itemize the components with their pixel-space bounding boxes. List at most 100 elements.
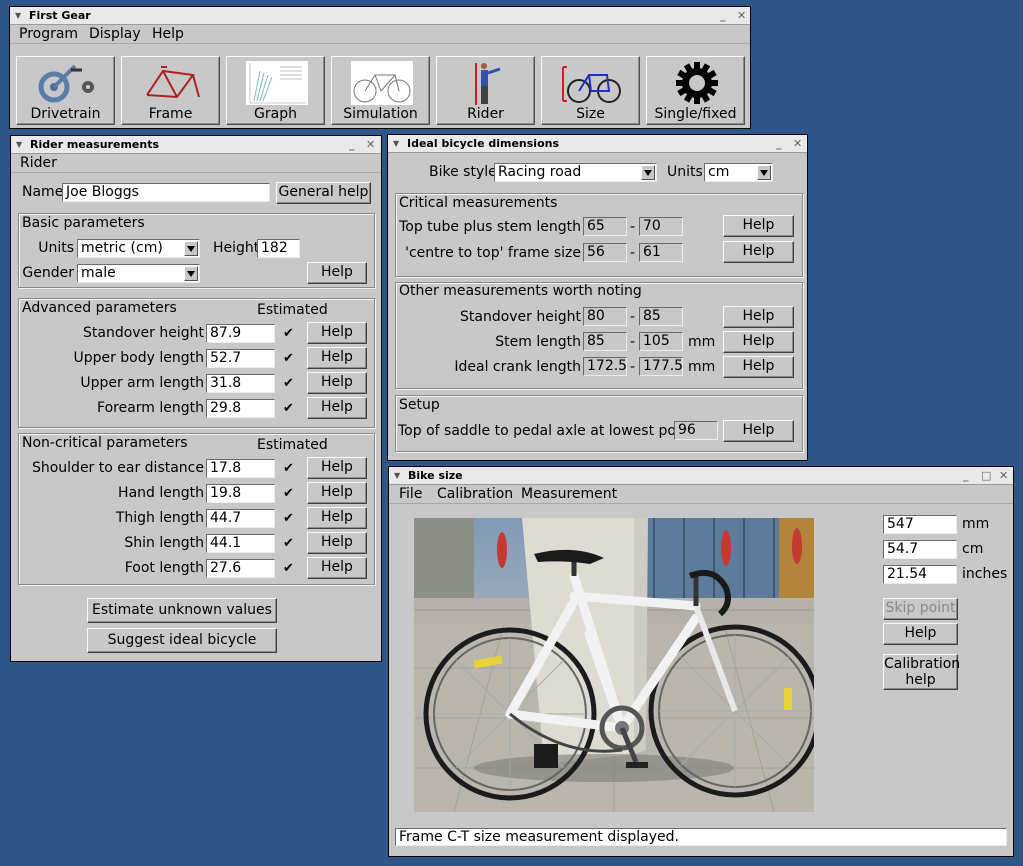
thigh-length-help-button[interactable]: Help: [307, 507, 367, 529]
shoulder-ear-input[interactable]: 17.8: [206, 459, 275, 478]
standover-ideal-help-button[interactable]: Help: [723, 306, 794, 328]
thigh-length-input[interactable]: 44.7: [206, 509, 275, 528]
units-select[interactable]: metric (cm): [77, 239, 200, 258]
toolbar-drivetrain-button[interactable]: Drivetrain: [16, 56, 115, 125]
menu-calibration[interactable]: Calibration: [437, 485, 513, 504]
advanced-parameters-title: Advanced parameters: [22, 300, 177, 316]
toolbar-frame-button[interactable]: Frame: [121, 56, 220, 125]
minimize-icon[interactable]: _: [776, 135, 782, 153]
chevron-down-icon[interactable]: [184, 266, 198, 281]
window-menu-icon[interactable]: ▼: [393, 135, 399, 153]
crank-help-button[interactable]: Help: [723, 356, 794, 378]
shin-length-input[interactable]: 44.1: [206, 534, 275, 553]
toolbar-simulation-button[interactable]: Simulation: [331, 56, 430, 125]
standover-height-input[interactable]: 87.9: [206, 324, 275, 343]
estimated-checkmark[interactable]: ✔: [283, 511, 294, 526]
hand-length-input[interactable]: 19.8: [206, 484, 275, 503]
menu-program[interactable]: Program: [19, 25, 78, 44]
stem-help-button[interactable]: Help: [723, 331, 794, 353]
upper-body-length-input[interactable]: 52.7: [206, 349, 275, 368]
toolbar-rider-button[interactable]: Rider: [436, 56, 535, 125]
chevron-down-icon[interactable]: [641, 165, 655, 180]
window-menu-icon[interactable]: ▼: [16, 136, 22, 154]
basic-help-button[interactable]: Help: [307, 262, 367, 284]
bike-style-select[interactable]: Racing road: [494, 163, 657, 182]
estimated-checkmark[interactable]: ✔: [283, 351, 294, 366]
maximize-icon[interactable]: □: [981, 467, 991, 485]
basic-parameters-title: Basic parameters: [22, 215, 145, 231]
estimate-unknown-button[interactable]: Estimate unknown values: [87, 598, 277, 623]
noncritical-row-label: Thigh length: [115, 510, 204, 526]
close-icon[interactable]: ✕: [366, 136, 375, 154]
estimated-checkmark[interactable]: ✔: [283, 486, 294, 501]
height-input[interactable]: 182: [257, 239, 300, 258]
shoulder-ear-help-button[interactable]: Help: [307, 457, 367, 479]
ideal-bicycle-window: ▼ Ideal bicycle dimensions _ ✕ Bike styl…: [387, 134, 808, 461]
menu-rider[interactable]: Rider: [20, 154, 57, 173]
menu-display[interactable]: Display: [89, 25, 141, 44]
title-bar[interactable]: ▼ Rider measurements _ ✕: [11, 136, 381, 154]
estimated-checkmark[interactable]: ✔: [283, 536, 294, 551]
menu-file[interactable]: File: [399, 485, 422, 504]
close-icon[interactable]: ✕: [793, 135, 802, 153]
window-menu-icon[interactable]: ▼: [15, 7, 21, 25]
estimated-checkmark[interactable]: ✔: [283, 561, 294, 576]
upper-body-help-button[interactable]: Help: [307, 347, 367, 369]
estimated-checkmark[interactable]: ✔: [283, 376, 294, 391]
foot-length-input[interactable]: 27.6: [206, 559, 275, 578]
name-input[interactable]: Joe Bloggs: [62, 183, 270, 202]
top-tube-help-button[interactable]: Help: [723, 215, 794, 237]
chevron-down-icon[interactable]: [757, 165, 771, 180]
title-bar[interactable]: ▼ Bike size _ □ ✕: [389, 467, 1013, 485]
forearm-help-button[interactable]: Help: [307, 397, 367, 419]
toolbar-size-button[interactable]: Size: [541, 56, 640, 125]
title-bar[interactable]: ▼ First Gear _ ✕: [10, 7, 750, 25]
estimated-checkmark[interactable]: ✔: [283, 326, 294, 341]
range-dash: -: [630, 359, 636, 375]
advanced-estimated-header: Estimated: [257, 302, 328, 318]
window-menu-icon[interactable]: ▼: [394, 467, 400, 485]
bicycle-photo[interactable]: [414, 518, 814, 812]
measure-inches-input[interactable]: 21.54: [883, 565, 957, 584]
estimated-checkmark[interactable]: ✔: [283, 401, 294, 416]
minimize-icon[interactable]: _: [963, 467, 969, 485]
shin-length-help-button[interactable]: Help: [307, 532, 367, 554]
frame-size-help-button[interactable]: Help: [723, 241, 794, 263]
suggest-ideal-bicycle-button[interactable]: Suggest ideal bicycle: [87, 628, 277, 653]
frame-icon: [146, 66, 200, 99]
toolbar-singlefixed-button[interactable]: Single/fixed: [646, 56, 745, 125]
crank-unit: mm: [688, 359, 716, 375]
upper-arm-help-button[interactable]: Help: [307, 372, 367, 394]
forearm-length-input[interactable]: 29.8: [206, 399, 275, 418]
menu-help[interactable]: Help: [152, 25, 184, 44]
close-icon[interactable]: ✕: [737, 7, 746, 25]
estimated-checkmark[interactable]: ✔: [283, 461, 294, 476]
chevron-down-icon[interactable]: [184, 241, 198, 256]
toolbar-graph-button[interactable]: Graph: [226, 56, 325, 125]
foot-length-help-button[interactable]: Help: [307, 557, 367, 579]
upper-arm-length-input[interactable]: 31.8: [206, 374, 275, 393]
close-icon[interactable]: ✕: [999, 467, 1008, 485]
hand-length-help-button[interactable]: Help: [307, 482, 367, 504]
crank-max-value: 177.5: [639, 357, 683, 376]
measure-mm-input[interactable]: 547: [883, 515, 957, 534]
calibration-help-button[interactable]: Calibration help: [883, 654, 961, 690]
measure-cm-input[interactable]: 54.7: [883, 540, 957, 559]
bike-size-window: ▼ Bike size _ □ ✕ File Calibration Measu…: [388, 466, 1014, 857]
noncritical-parameters-title: Non-critical parameters: [22, 435, 188, 451]
menu-measurement[interactable]: Measurement: [521, 485, 617, 504]
main-menubar: Program Display Help: [10, 25, 750, 44]
minimize-icon[interactable]: _: [349, 136, 355, 154]
first-gear-window: ▼ First Gear _ ✕ Program Display Help Dr…: [9, 6, 751, 129]
bikesize-help-button[interactable]: Help: [883, 623, 958, 645]
skip-point-button[interactable]: Skip point: [883, 598, 958, 620]
gender-select[interactable]: male: [77, 264, 200, 283]
title-bar[interactable]: ▼ Ideal bicycle dimensions _ ✕: [388, 135, 807, 153]
stem-min-value: 85: [583, 332, 627, 351]
general-help-button[interactable]: General help: [276, 182, 371, 204]
calibration-help-line1: Calibration: [884, 656, 961, 672]
saddle-pedal-help-button[interactable]: Help: [723, 420, 794, 442]
standover-help-button[interactable]: Help: [307, 322, 367, 344]
ideal-units-select[interactable]: cm: [704, 163, 773, 182]
minimize-icon[interactable]: _: [720, 7, 726, 25]
